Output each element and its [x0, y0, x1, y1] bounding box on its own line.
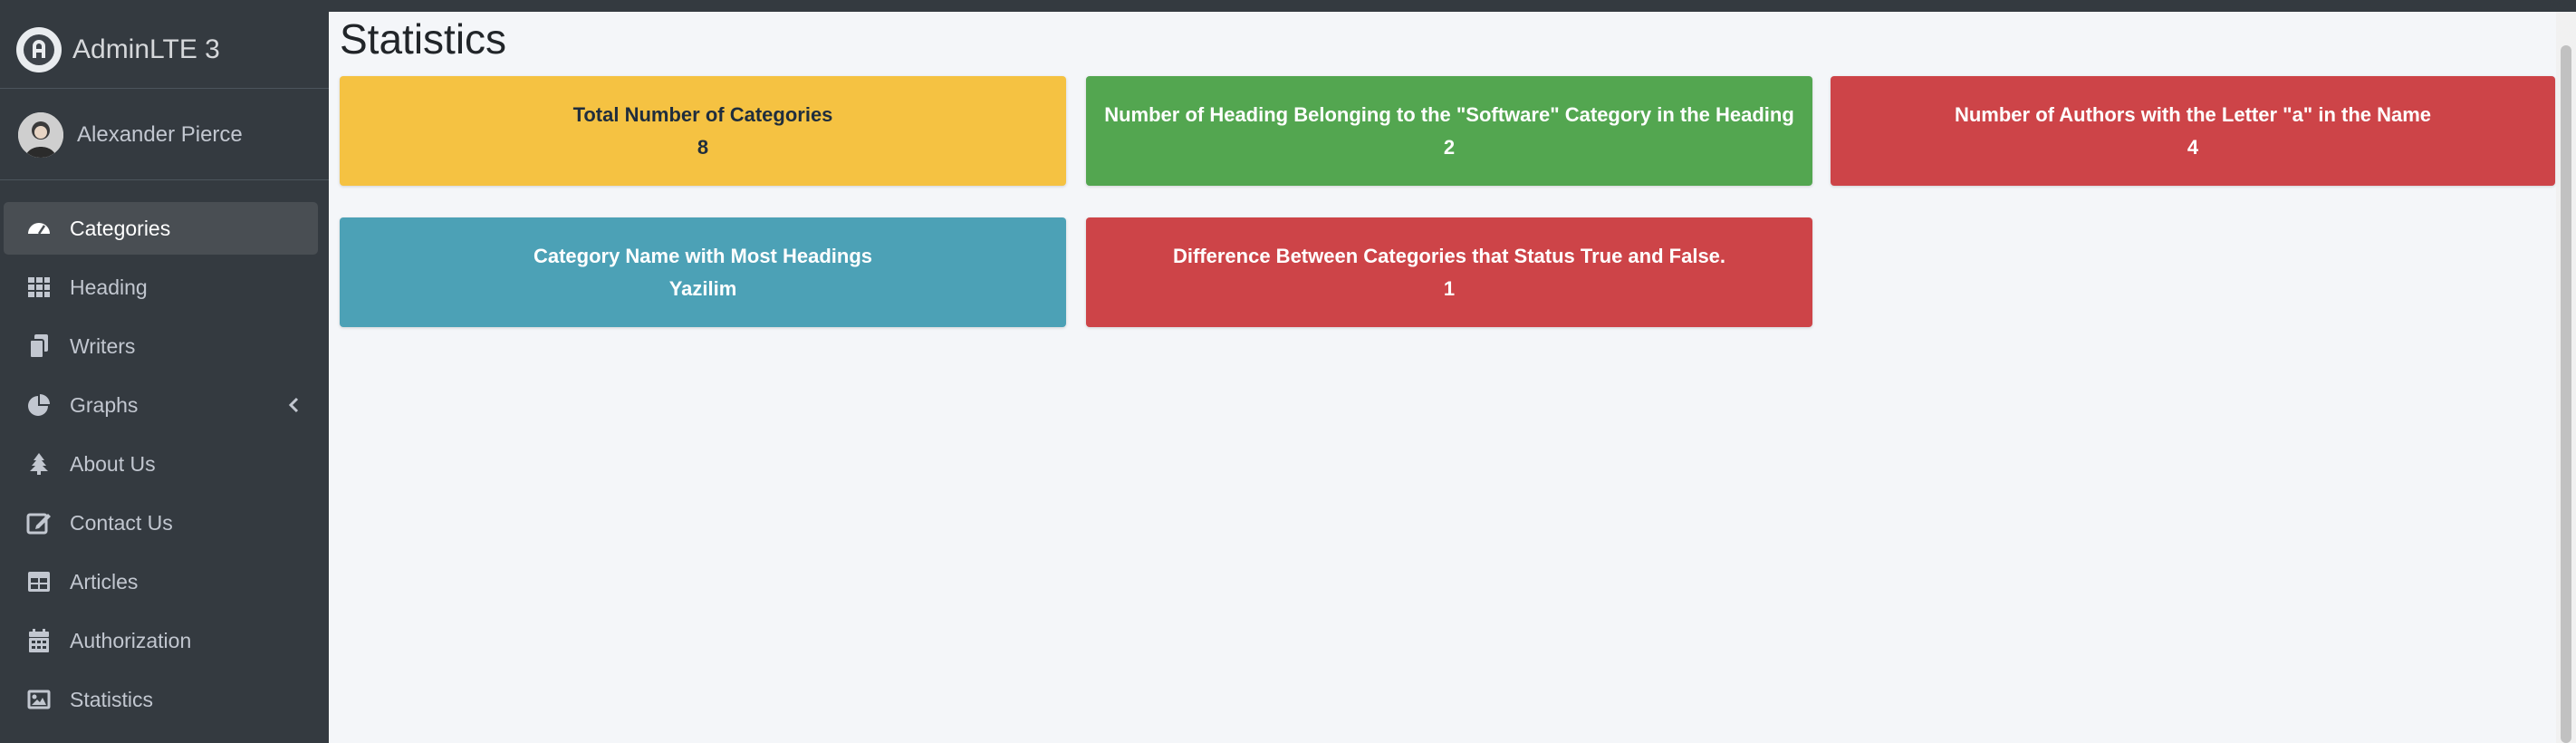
page-title: Statistics	[340, 15, 507, 63]
brand-link[interactable]: AdminLTE 3	[0, 12, 329, 89]
vertical-scrollbar[interactable]	[2556, 12, 2576, 743]
adminlte-logo-icon	[16, 27, 62, 72]
sidebar-item-contact-us[interactable]: Contact Us	[4, 497, 318, 549]
sidebar-item-label: Categories	[70, 216, 171, 240]
image-icon	[25, 686, 53, 713]
top-bar	[0, 0, 2576, 12]
content-wrapper: Statistics Total Number of Categories 8 …	[329, 12, 2576, 743]
stat-card-authors-letter-a: Number of Authors with the Letter "a" in…	[1831, 76, 2555, 186]
stat-card-title: Number of Authors with the Letter "a" in…	[1954, 102, 2432, 126]
sidebar-item-label: Graphs	[70, 392, 139, 417]
stat-card-title: Total Number of Categories	[572, 102, 833, 126]
sidebar-item-label: Heading	[70, 275, 148, 299]
stat-card-software-headings: Number of Heading Belonging to the "Soft…	[1086, 76, 1812, 186]
user-avatar-icon	[18, 111, 63, 158]
copy-files-icon	[25, 333, 53, 360]
stat-card-title: Category Name with Most Headings	[533, 244, 873, 267]
dashboard-gauge-icon	[25, 215, 53, 242]
stat-card-most-headings-category: Category Name with Most Headings Yazilim	[340, 217, 1066, 327]
stat-card-value: 8	[697, 135, 709, 159]
grid-icon	[25, 274, 53, 301]
sidebar-item-label: Writers	[70, 333, 136, 358]
main-sidebar: AdminLTE 3 Alexander Pierce Categories H…	[0, 12, 329, 743]
user-name: Alexander Pierce	[77, 121, 243, 147]
brand-text: AdminLTE 3	[72, 34, 220, 64]
sidebar-item-label: Authorization	[70, 628, 192, 652]
sidebar-item-authorization[interactable]: Authorization	[4, 614, 318, 667]
stat-card-title: Difference Between Categories that Statu…	[1172, 244, 1726, 267]
sidebar-item-graphs[interactable]: Graphs	[4, 379, 318, 431]
scrollbar-thumb[interactable]	[2561, 45, 2571, 743]
sidebar-item-label: About Us	[70, 451, 156, 476]
sidebar-menu: Categories Heading Writers Graphs About …	[0, 202, 329, 732]
user-panel[interactable]: Alexander Pierce	[0, 90, 329, 180]
table-icon	[25, 568, 53, 595]
sidebar-item-articles[interactable]: Articles	[4, 555, 318, 608]
sidebar-item-about-us[interactable]: About Us	[4, 438, 318, 490]
chevron-left-icon[interactable]	[287, 395, 300, 420]
stat-card-total-categories: Total Number of Categories 8	[340, 76, 1066, 186]
stat-card-value: Yazilim	[668, 276, 737, 300]
pie-chart-icon	[25, 391, 53, 419]
sidebar-item-statistics[interactable]: Statistics	[4, 673, 318, 726]
sidebar-item-categories[interactable]: Categories	[4, 202, 318, 255]
stat-card-value: 4	[2187, 135, 2199, 159]
sidebar-item-label: Articles	[70, 569, 139, 593]
sidebar-item-writers[interactable]: Writers	[4, 320, 318, 372]
sidebar-item-label: Statistics	[70, 687, 154, 711]
sidebar-item-heading[interactable]: Heading	[4, 261, 318, 314]
stat-card-title: Number of Heading Belonging to the "Soft…	[1104, 102, 1794, 126]
calendar-icon	[25, 627, 53, 654]
edit-icon	[25, 509, 53, 536]
stat-card-value: 2	[1443, 135, 1456, 159]
sidebar-item-label: Contact Us	[70, 510, 173, 535]
stat-card-status-difference: Difference Between Categories that Statu…	[1086, 217, 1812, 327]
tree-icon	[25, 450, 53, 478]
stat-card-value: 1	[1443, 276, 1456, 300]
